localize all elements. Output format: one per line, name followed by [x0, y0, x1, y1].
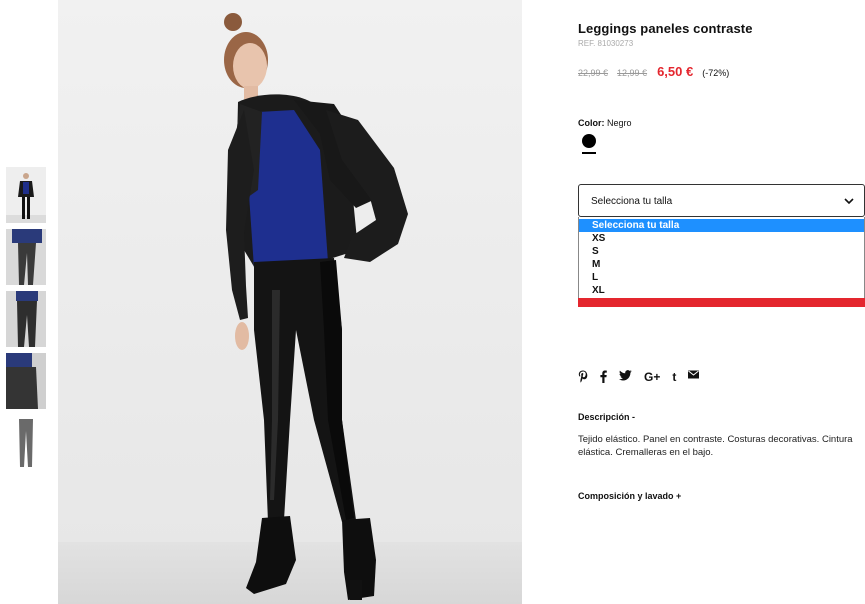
- size-option-s[interactable]: S: [579, 245, 864, 258]
- thumbnail-2[interactable]: [6, 229, 46, 285]
- product-title: Leggings paneles contraste: [578, 21, 753, 36]
- thumbnail-4[interactable]: [6, 353, 46, 409]
- size-options-list: Selecciona tu talla XS S M L XL: [578, 217, 865, 298]
- pinterest-icon[interactable]: [578, 370, 588, 384]
- size-option-xs[interactable]: XS: [579, 232, 864, 245]
- thumbnail-1[interactable]: [6, 167, 46, 223]
- composition-heading[interactable]: Composición y lavado +: [578, 491, 681, 501]
- color-label: Color:: [578, 118, 605, 128]
- product-info-panel: Leggings paneles contraste REF. 81030273…: [578, 0, 865, 604]
- chevron-down-icon: [844, 198, 854, 205]
- size-option-l[interactable]: L: [579, 271, 864, 284]
- main-product-photo[interactable]: [58, 0, 522, 604]
- product-reference: REF. 81030273: [578, 39, 634, 48]
- color-label-row: Color: Negro: [578, 118, 632, 128]
- price-row: 22,99 € 12,99 € 6,50 € (-72%): [578, 64, 730, 79]
- google-plus-icon[interactable]: G+: [644, 370, 660, 384]
- size-option-m[interactable]: M: [579, 258, 864, 271]
- share-icons: G+ t: [578, 370, 711, 384]
- twitter-icon[interactable]: [619, 370, 632, 384]
- discount-badge: (-72%): [702, 68, 730, 78]
- size-select-value: Selecciona tu talla: [591, 196, 673, 207]
- description-heading[interactable]: Descripción -: [578, 412, 635, 422]
- email-icon[interactable]: [688, 370, 700, 384]
- swatch-selected-indicator: [582, 152, 596, 154]
- size-option-placeholder[interactable]: Selecciona tu talla: [579, 219, 864, 232]
- size-select[interactable]: Selecciona tu talla: [578, 184, 865, 217]
- size-option-xl[interactable]: XL: [579, 284, 864, 297]
- sale-price: 6,50 €: [657, 64, 694, 79]
- previous-price: 12,99 €: [617, 68, 648, 78]
- facebook-icon[interactable]: [600, 370, 607, 384]
- color-value: Negro: [607, 118, 632, 128]
- original-price: 22,99 €: [578, 68, 609, 78]
- thumbnail-5[interactable]: [6, 415, 46, 471]
- thumbnail-3[interactable]: [6, 291, 46, 347]
- color-swatch-black[interactable]: [582, 134, 596, 148]
- description-text: Tejido elástico. Panel en contraste. Cos…: [578, 434, 853, 458]
- tumblr-icon[interactable]: t: [672, 370, 676, 384]
- add-to-bag-bar[interactable]: [578, 298, 865, 307]
